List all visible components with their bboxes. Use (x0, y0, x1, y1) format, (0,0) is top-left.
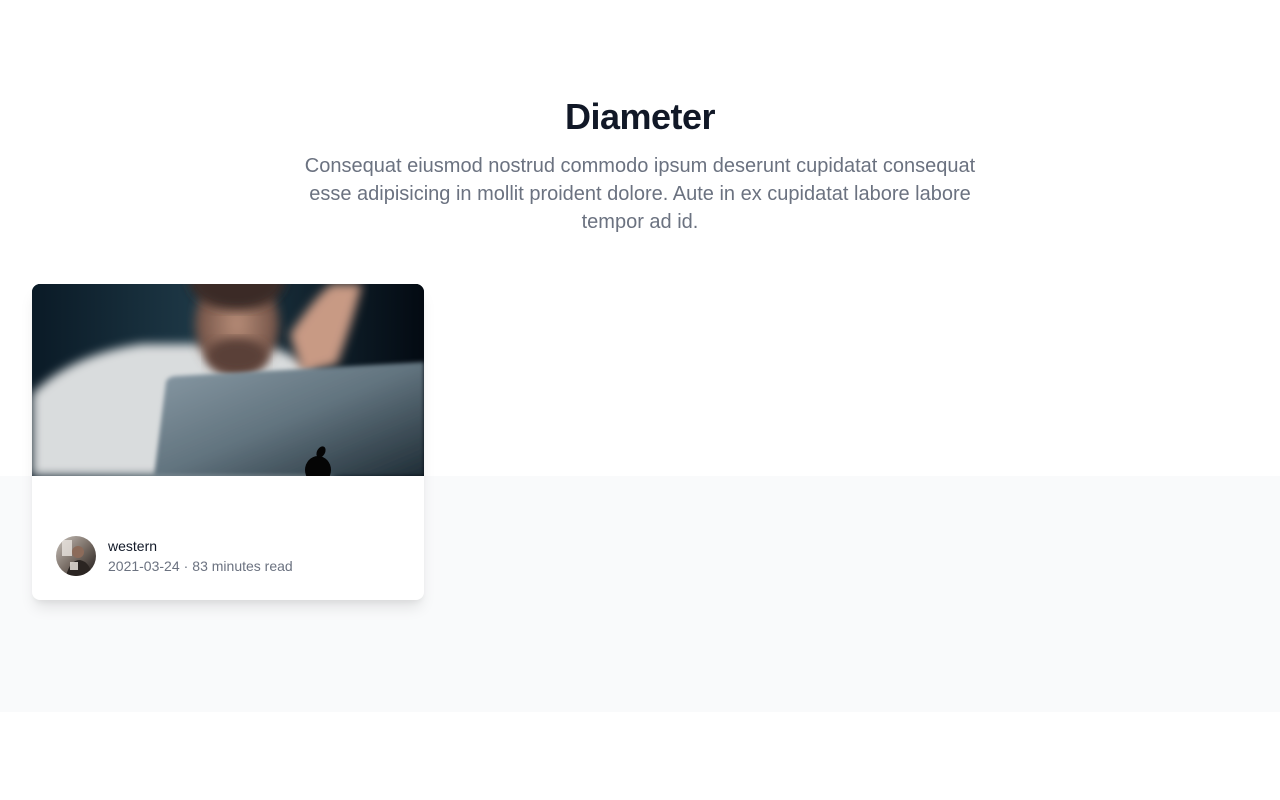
post-read-time: 83 minutes read (192, 558, 293, 574)
page-subtitle: Consequat eiusmod nostrud commodo ipsum … (304, 155, 976, 233)
post-meta-line: 2021-03-24 · 83 minutes read (108, 556, 293, 576)
post-author: western 2021-03-24 · 83 minutes read (56, 536, 293, 576)
post-date: 2021-03-24 (108, 558, 180, 574)
meta-separator: · (183, 558, 189, 574)
author-avatar[interactable] (56, 536, 96, 576)
post-card[interactable]: western 2021-03-24 · 83 minutes read (32, 284, 424, 600)
author-name[interactable]: western (108, 536, 293, 556)
section-header: Diameter Consequat eiusmod nostrud commo… (0, 94, 1280, 236)
page-title: Diameter (564, 96, 716, 137)
post-cover-image[interactable] (32, 284, 424, 476)
blog-section-page: Diameter Consequat eiusmod nostrud commo… (0, 0, 1280, 800)
post-card-body: western 2021-03-24 · 83 minutes read (32, 476, 424, 600)
post-meta: western 2021-03-24 · 83 minutes read (108, 536, 293, 576)
